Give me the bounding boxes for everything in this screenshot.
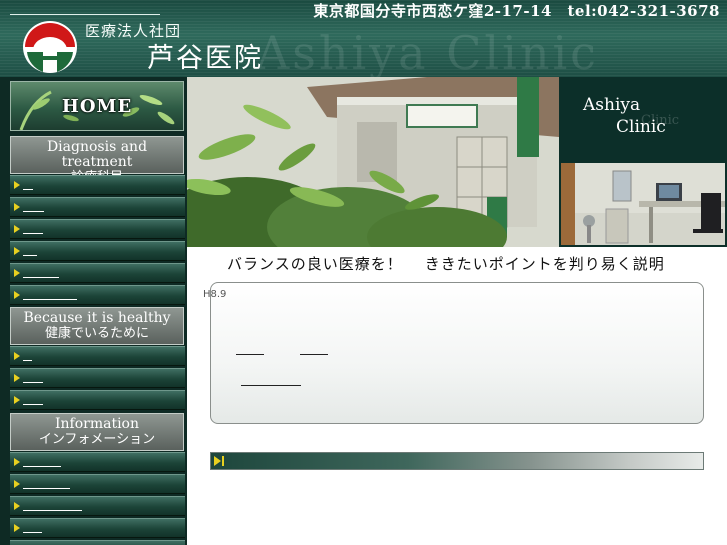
news-link-2[interactable] (300, 343, 328, 355)
office-interior-photo (561, 163, 725, 245)
media-progress-bar[interactable] (210, 452, 704, 470)
tagline-part1: バランスの良い医療を！ (227, 255, 403, 273)
nav-item-health-2[interactable] (10, 368, 185, 388)
news-link-1[interactable] (236, 343, 264, 355)
nav-item-info-1[interactable] (10, 452, 185, 472)
nav-link[interactable] (23, 499, 82, 511)
main-content: バランスの良い医療を！ ききたいポイントを判り易く説明 H8.9 (187, 247, 727, 545)
yellow-arrow-icon (14, 181, 20, 189)
clinic-name: 芦谷医院 (147, 43, 263, 74)
yellow-arrow-icon (14, 291, 20, 299)
nav-item-health-3[interactable] (10, 390, 185, 410)
yellow-arrow-icon (14, 225, 20, 233)
yellow-arrow-icon (14, 203, 20, 211)
nav-link[interactable] (23, 371, 43, 383)
section-diagnosis: Diagnosis and treatment 診療科目 (10, 136, 184, 185)
nav-item-info-2[interactable] (10, 474, 185, 494)
nav-item-info-3[interactable] (10, 496, 185, 516)
nav-link[interactable] (23, 393, 43, 405)
address-phone: 東京都国分寺市西恋ケ窪2-17-14 tel:042-321-3678 (313, 2, 720, 20)
nav-link[interactable] (23, 288, 77, 300)
nav-item-diagnosis-6[interactable] (10, 285, 185, 305)
section-title-jp: 健康でいるために (44, 326, 149, 341)
yellow-arrow-icon (14, 524, 20, 532)
sidebar: HOME Diagnosis and treatment 診療科目 Becaus… (0, 77, 187, 545)
nav-link[interactable] (23, 200, 44, 212)
nav-link[interactable] (23, 178, 33, 190)
nav-item-health-1[interactable] (10, 346, 185, 366)
nav-item-info-5[interactable] (10, 540, 185, 545)
yellow-arrow-icon (14, 480, 20, 488)
nav-link[interactable] (23, 244, 37, 256)
banner-title-panel: Ashiya Clinic Clinic (559, 77, 727, 247)
home-button[interactable]: HOME (10, 81, 184, 131)
section-title-en: Diagnosis and treatment (46, 139, 148, 170)
yellow-arrow-icon (14, 247, 20, 255)
nav-link[interactable] (23, 222, 43, 234)
nav-link[interactable] (23, 477, 70, 489)
yellow-arrow-icon (14, 352, 20, 360)
banner-title-line1: Ashiya (583, 95, 641, 115)
home-label: HOME (61, 95, 133, 117)
date-label: H8.9 (203, 289, 227, 300)
nav-link[interactable] (23, 266, 59, 278)
progress-marker (222, 456, 224, 466)
office-interior-illustration (561, 163, 725, 245)
tagline-part2: ききたいポイントを判り易く説明 (424, 255, 665, 273)
clinic-building-illustration (187, 77, 559, 247)
news-box (210, 282, 704, 424)
section-title-jp: インフォメーション (38, 432, 156, 447)
section-title-en: Information (54, 416, 140, 432)
header-rule (10, 14, 160, 15)
nav-link[interactable] (23, 349, 32, 361)
yellow-arrow-icon (14, 374, 20, 382)
tagline: バランスの良い医療を！ ききたいポイントを判り易く説明 (227, 253, 665, 274)
header: 医療法人社団 芦谷医院 Ashiya Clinic 東京都国分寺市西恋ケ窪2-1… (0, 0, 727, 77)
section-title-en: Because it is healthy (23, 310, 171, 326)
clinic-watermark: Ashiya Clinic (256, 26, 599, 77)
banner-ghost-text: Clinic (641, 113, 680, 128)
nav-link[interactable] (23, 521, 42, 533)
clinic-exterior-photo (187, 77, 559, 247)
yellow-arrow-icon (14, 502, 20, 510)
yellow-arrow-icon (14, 269, 20, 277)
news-link-3[interactable] (241, 374, 301, 386)
section-health: Because it is healthy 健康でいるために (10, 307, 184, 345)
nav-item-diagnosis-3[interactable] (10, 219, 185, 239)
nav-item-diagnosis-5[interactable] (10, 263, 185, 283)
nav-item-diagnosis-2[interactable] (10, 197, 185, 217)
yellow-arrow-icon (14, 458, 20, 466)
play-icon[interactable] (214, 456, 221, 466)
nav-item-info-4[interactable] (10, 518, 185, 538)
section-information: Information インフォメーション (10, 413, 184, 451)
nav-item-diagnosis-4[interactable] (10, 241, 185, 261)
clinic-logo-icon[interactable] (21, 20, 79, 74)
yellow-arrow-icon (14, 396, 20, 404)
nav-link[interactable] (23, 455, 61, 467)
nav-item-diagnosis-1[interactable] (10, 175, 185, 195)
